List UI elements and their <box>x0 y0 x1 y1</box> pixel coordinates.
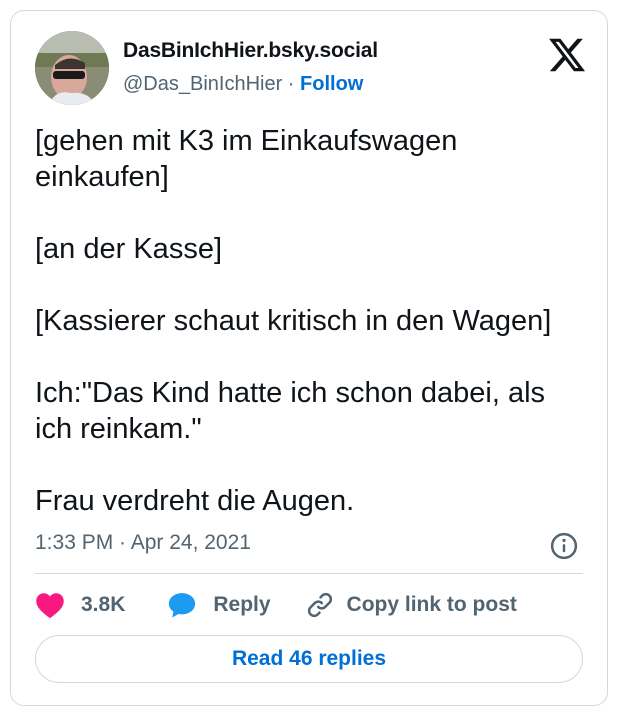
follow-button[interactable]: Follow <box>300 73 363 95</box>
divider <box>35 573 583 574</box>
like-button[interactable]: 3.8K <box>35 591 125 619</box>
copy-link-label: Copy link to post <box>346 593 517 616</box>
read-replies-button[interactable]: Read 46 replies <box>35 635 583 683</box>
tweet-embed-card: DasBinIchHier.bsky.social @Das_BinIchHie… <box>10 10 608 706</box>
tweet-paragraph: Frau verdreht die Augen. <box>35 485 355 517</box>
heart-icon <box>35 591 65 619</box>
like-count: 3.8K <box>81 593 126 616</box>
author-handle[interactable]: @Das_BinIchHier <box>123 73 282 95</box>
author-handle-row: @Das_BinIchHier · Follow <box>123 73 363 96</box>
tweet-paragraph: [an der Kasse] <box>35 233 222 265</box>
reply-label: Reply <box>213 593 271 616</box>
action-bar: 3.8K Reply Copy link to post <box>35 587 517 623</box>
tweet-text: [gehen mit K3 im Einkaufswagen einkaufen… <box>35 123 585 555</box>
x-logo-icon[interactable] <box>547 35 587 75</box>
info-icon[interactable] <box>549 531 579 561</box>
reply-bubble-icon <box>167 591 197 619</box>
tweet-paragraph: [gehen mit K3 im Einkaufswagen einkaufen… <box>35 125 458 193</box>
handle-separator: · <box>282 73 301 95</box>
tweet-paragraph: Ich:"Das Kind hatte ich schon dabei, als… <box>35 377 546 445</box>
tweet-timestamp[interactable]: 1:33 PM · Apr 24, 2021 <box>35 531 251 555</box>
copy-link-button[interactable]: Copy link to post <box>305 590 517 620</box>
author-display-name[interactable]: DasBinIchHier.bsky.social <box>123 39 378 63</box>
link-icon <box>305 590 335 620</box>
tweet-paragraph: [Kassierer schaut kritisch in den Wagen] <box>35 305 552 337</box>
avatar[interactable] <box>35 31 109 105</box>
reply-button[interactable]: Reply <box>167 591 271 619</box>
